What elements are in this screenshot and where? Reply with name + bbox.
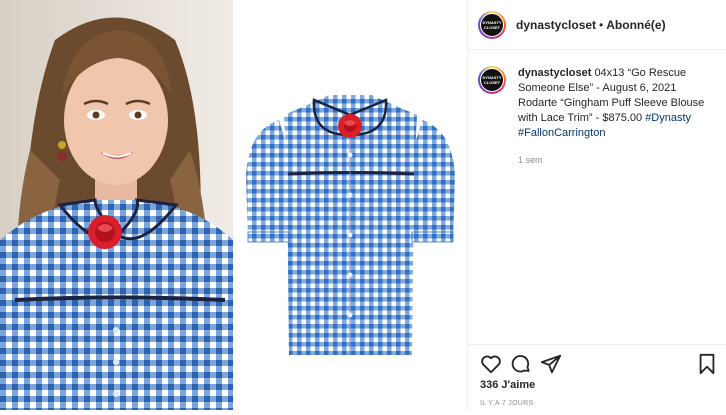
post-media[interactable] [0, 0, 467, 410]
post-caption: DYNASTY CLOSET dynastycloset 04x13 “Go R… [478, 66, 723, 168]
caption-avatar[interactable]: DYNASTY CLOSET [478, 66, 506, 94]
caption-avatar-logo: DYNASTY CLOSET [480, 68, 504, 92]
caption-time: 1 sem [518, 155, 543, 165]
header-separator: • [599, 17, 604, 32]
action-bar [468, 344, 726, 383]
hashtag-dynasty[interactable]: #Dynasty [645, 112, 691, 124]
share-icon[interactable] [540, 353, 562, 375]
profile-avatar[interactable]: DYNASTY CLOSET [478, 10, 506, 39]
username-link[interactable]: dynastycloset [516, 18, 596, 32]
caption-username[interactable]: dynastycloset [518, 67, 591, 79]
follow-status-button[interactable]: Abonné(e) [606, 18, 665, 32]
post-sidebar: DYNASTY CLOSET dynastycloset • Abonné(e)… [467, 0, 726, 410]
post-header: DYNASTY CLOSET dynastycloset • Abonné(e) [468, 0, 726, 50]
hashtag-fallon[interactable]: #FallonCarrington [518, 127, 605, 139]
post-timestamp: IL Y A 7 JOURS [480, 400, 534, 407]
avatar-logo: DYNASTY CLOSET [480, 12, 504, 37]
heart-icon[interactable] [480, 353, 502, 375]
like-count[interactable]: 336 J'aime [480, 379, 535, 391]
bookmark-icon[interactable] [696, 353, 718, 375]
actress-photo [0, 0, 233, 410]
comment-icon[interactable] [510, 353, 532, 375]
caption-text-block: dynastycloset 04x13 “Go Rescue Someone E… [518, 66, 718, 168]
product-photo [234, 0, 467, 410]
